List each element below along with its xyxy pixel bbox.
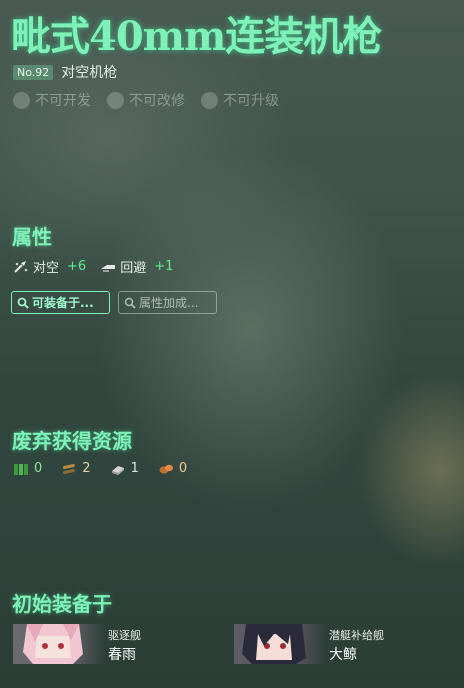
flag-label: 不可升级 — [223, 93, 279, 109]
ship-card[interactable]: 驱逐舰 春雨 — [13, 624, 141, 666]
ship-card[interactable]: 潜艇补给舰 大鲸 — [234, 624, 384, 666]
ship-info: 潜艇补给舰 大鲸 — [329, 624, 384, 664]
flag-label: 不可改修 — [129, 93, 185, 109]
equipment-type: 对空机枪 — [61, 65, 118, 81]
equipment-meta: No.92 对空机枪 — [13, 62, 117, 82]
scrap-resources: 0 2 1 0 — [13, 461, 206, 476]
resource-value: 2 — [82, 461, 91, 476]
anti-air-icon — [14, 260, 28, 273]
resource-ammo: 2 — [61, 461, 91, 476]
scrap-section-title: 废弃获得资源 — [12, 429, 132, 453]
stats-list: 对空 +6 回避 +1 — [13, 257, 187, 276]
bauxite-icon — [159, 464, 173, 473]
ship-portrait — [234, 624, 326, 664]
circle-icon — [201, 91, 218, 109]
flag-improve: 不可改修 — [107, 90, 185, 110]
stat-bonus-button[interactable]: 属性加成... — [118, 291, 217, 314]
ship-class: 潜艇补给舰 — [329, 629, 384, 642]
stat-label: 对空 — [33, 261, 60, 276]
flag-develop: 不可开发 — [13, 90, 91, 110]
fuel-icon — [14, 463, 28, 475]
stat-anti-air: 对空 +6 — [13, 257, 86, 276]
ship-info: 驱逐舰 春雨 — [108, 624, 141, 664]
resource-value: 0 — [34, 461, 43, 476]
resource-fuel: 0 — [13, 461, 42, 476]
resource-value: 0 — [178, 461, 188, 476]
equipment-number-badge: No.92 — [13, 64, 54, 80]
equippable-button[interactable]: 可装备于... — [11, 291, 110, 314]
equippable-button-label: 可装备于... — [32, 296, 94, 310]
equipment-flags: 不可开发 不可改修 不可升级 — [13, 90, 295, 110]
search-icon — [17, 297, 29, 309]
ship-name: 春雨 — [108, 647, 136, 663]
stat-value: +1 — [154, 259, 174, 274]
evasion-icon — [101, 264, 116, 272]
steel-icon — [111, 465, 124, 475]
ammo-icon — [63, 463, 76, 474]
equipment-name: 毗式40mm连装机枪 — [11, 13, 382, 60]
ship-name: 大鲸 — [329, 647, 357, 663]
stat-bonus-button-label: 属性加成... — [139, 296, 199, 310]
resource-bauxite: 0 — [158, 461, 187, 476]
circle-icon — [13, 91, 30, 109]
ship-portrait — [13, 624, 105, 664]
initial-equip-section-title: 初始装备于 — [12, 592, 112, 616]
resource-value: 1 — [130, 461, 139, 476]
flag-upgrade: 不可升级 — [201, 90, 279, 110]
resource-steel: 1 — [110, 461, 139, 476]
search-icon — [124, 297, 136, 309]
circle-icon — [107, 91, 124, 109]
stat-evasion: 回避 +1 — [100, 257, 173, 276]
stat-label: 回避 — [120, 261, 147, 276]
flag-label: 不可开发 — [35, 93, 91, 109]
stat-value: +6 — [67, 259, 87, 274]
stats-section-title: 属性 — [12, 225, 52, 249]
ship-class: 驱逐舰 — [108, 629, 141, 642]
